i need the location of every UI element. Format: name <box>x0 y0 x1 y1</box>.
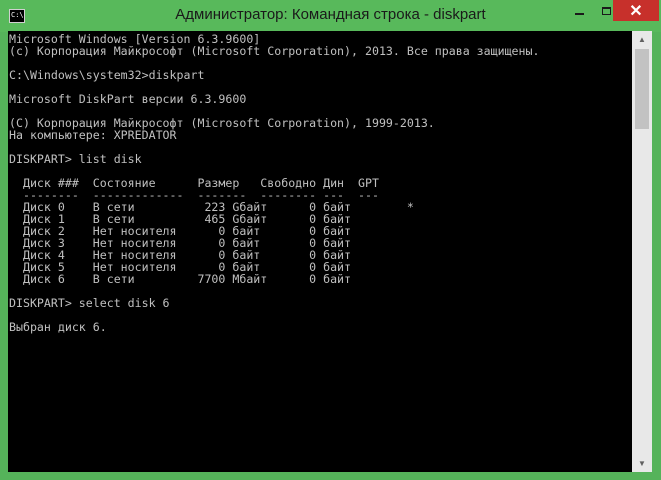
minimize-button[interactable] <box>566 0 593 21</box>
console-line: (c) Корпорация Майкрософт (Microsoft Cor… <box>9 44 540 58</box>
console-line: На компьютере: XPREDATOR <box>9 128 177 142</box>
console-line: Microsoft DiskPart версии 6.3.9600 <box>9 92 247 106</box>
console-line: DISKPART> list disk <box>9 152 142 166</box>
console-line: Выбран диск 6. <box>9 320 107 334</box>
minimize-icon <box>575 12 584 15</box>
chevron-up-icon: ▲ <box>638 35 646 44</box>
console-line: Диск 6 В сети 7700 Мбайт 0 байт <box>9 272 352 286</box>
chevron-down-icon: ▼ <box>638 459 646 468</box>
scroll-up-button[interactable]: ▲ <box>632 31 652 48</box>
window-title: Администратор: Командная строка - diskpa… <box>175 6 486 23</box>
cmd-window: C:\ Администратор: Командная строка - di… <box>0 0 661 480</box>
scroll-down-button[interactable]: ▼ <box>632 455 652 472</box>
close-icon: ✕ <box>629 2 643 20</box>
vertical-scrollbar[interactable]: ▲ ▼ <box>632 31 652 472</box>
console-output[interactable]: Microsoft Windows [Version 6.3.9600] (c)… <box>8 31 632 472</box>
title-bar[interactable]: C:\ Администратор: Командная строка - di… <box>0 0 661 32</box>
scrollbar-thumb[interactable] <box>635 49 649 129</box>
close-button[interactable]: ✕ <box>613 0 659 21</box>
console-line: DISKPART> select disk 6 <box>9 296 170 310</box>
console-text: Microsoft Windows [Version 6.3.9600] (c)… <box>8 31 632 345</box>
maximize-icon <box>602 6 611 15</box>
console-line: C:\Windows\system32>diskpart <box>9 68 205 82</box>
